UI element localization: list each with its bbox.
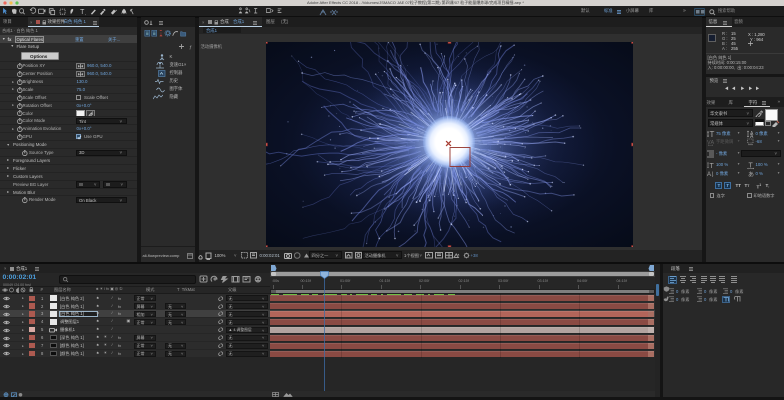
svg-text:A: A	[750, 131, 754, 137]
svg-text:V: V	[707, 140, 711, 146]
svg-text:T: T	[80, 7, 85, 16]
svg-text:,: ,	[85, 10, 86, 15]
svg-text:T: T	[709, 163, 714, 170]
svg-text:f: f	[189, 46, 191, 52]
svg-text:T: T	[748, 163, 753, 170]
svg-text:あ: あ	[748, 172, 754, 179]
svg-text:A: A	[707, 172, 711, 178]
svg-text:T: T	[709, 130, 714, 139]
svg-text:A: A	[710, 140, 714, 146]
svg-text:A: A	[750, 134, 754, 139]
